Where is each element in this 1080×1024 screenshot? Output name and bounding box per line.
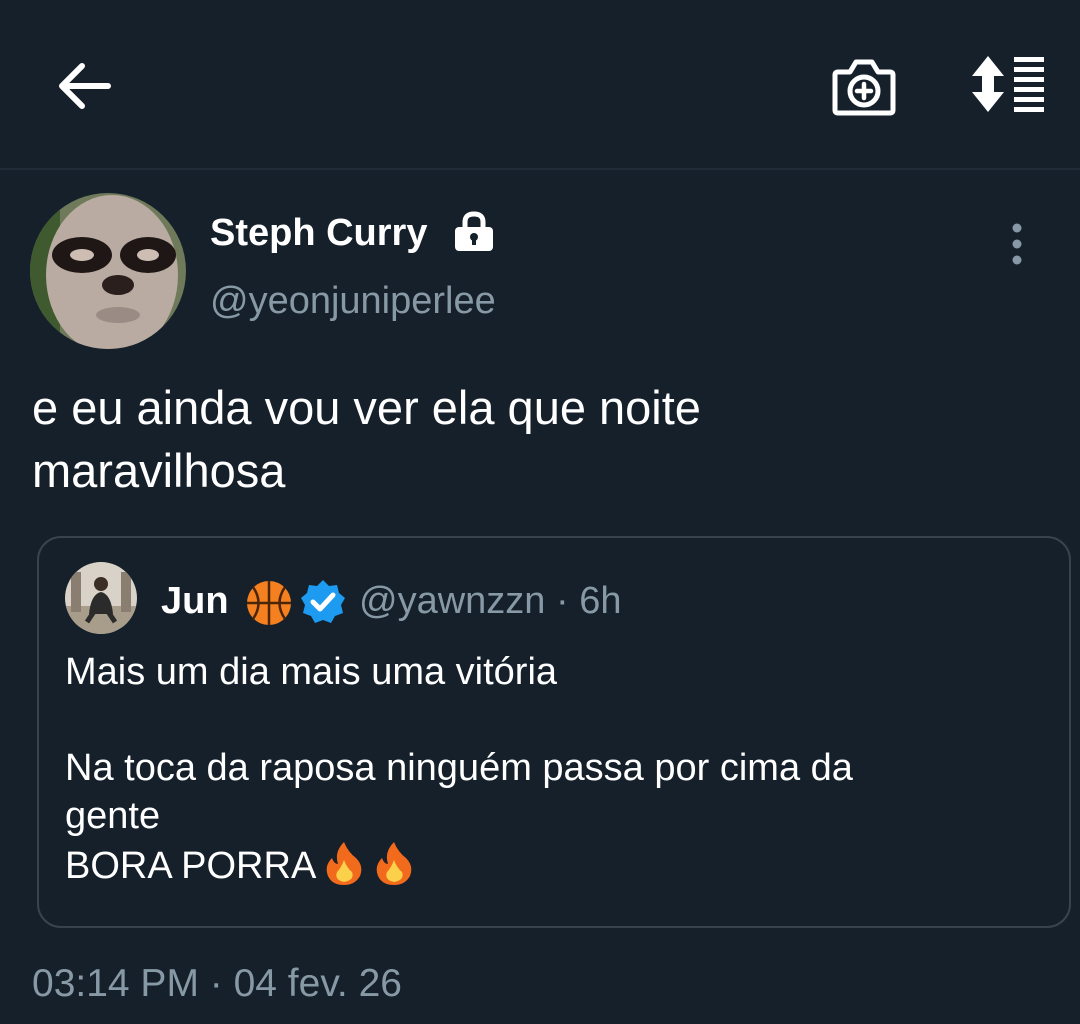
- quoted-author-avatar[interactable]: [65, 562, 137, 634]
- fire-icon: [376, 842, 412, 885]
- camera-plus-icon: [832, 59, 896, 116]
- quoted-meta: @yawnzzn · 6h: [359, 580, 621, 623]
- quoted-last-line: BORA PORRA: [65, 840, 1025, 890]
- tweet-timestamp[interactable]: 03:14 PM · 04 fev. 26: [32, 962, 402, 1006]
- sort-list-icon: [972, 56, 1044, 112]
- more-options-button[interactable]: [996, 222, 1038, 266]
- quoted-line: Mais um dia mais uma vitória: [65, 651, 558, 693]
- quoted-blank-line: [65, 696, 1025, 744]
- quoted-time: 6h: [579, 580, 622, 622]
- more-vertical-icon: [1012, 223, 1022, 265]
- tweet-detail-screen: Steph Curry @yeonjuniperlee e eu ainda v…: [0, 0, 1080, 1024]
- basketball-icon: [244, 578, 294, 628]
- quoted-text: Mais um dia mais uma vitória Na toca da …: [65, 648, 1025, 890]
- sort-replies-button[interactable]: [968, 54, 1048, 114]
- top-bar: [0, 0, 1080, 170]
- fire-icon: [326, 842, 362, 885]
- lock-icon: [452, 210, 496, 254]
- author-avatar[interactable]: [30, 193, 186, 349]
- quoted-line: gente: [65, 795, 161, 837]
- back-button[interactable]: [52, 58, 114, 114]
- quoted-author-handle: @yawnzzn: [359, 580, 546, 622]
- author-name[interactable]: Steph Curry: [210, 212, 427, 255]
- quoted-tweet[interactable]: Jun @yawnzzn · 6h Mais um dia mais uma v…: [37, 536, 1071, 928]
- avatar-image: [30, 193, 186, 349]
- arrow-left-icon: [59, 63, 111, 109]
- tweet-text: e eu ainda vou ver ela que noite maravil…: [32, 381, 701, 497]
- meta-separator: ·: [555, 580, 569, 622]
- add-photo-button[interactable]: [832, 58, 896, 116]
- verified-icon: [299, 578, 347, 626]
- quoted-line: BORA PORRA: [65, 845, 317, 887]
- quoted-author-name[interactable]: Jun: [161, 580, 229, 623]
- author-handle[interactable]: @yeonjuniperlee: [210, 280, 496, 323]
- quoted-avatar-image: [65, 562, 137, 634]
- quoted-line: Na toca da raposa ninguém passa por cima…: [65, 747, 853, 789]
